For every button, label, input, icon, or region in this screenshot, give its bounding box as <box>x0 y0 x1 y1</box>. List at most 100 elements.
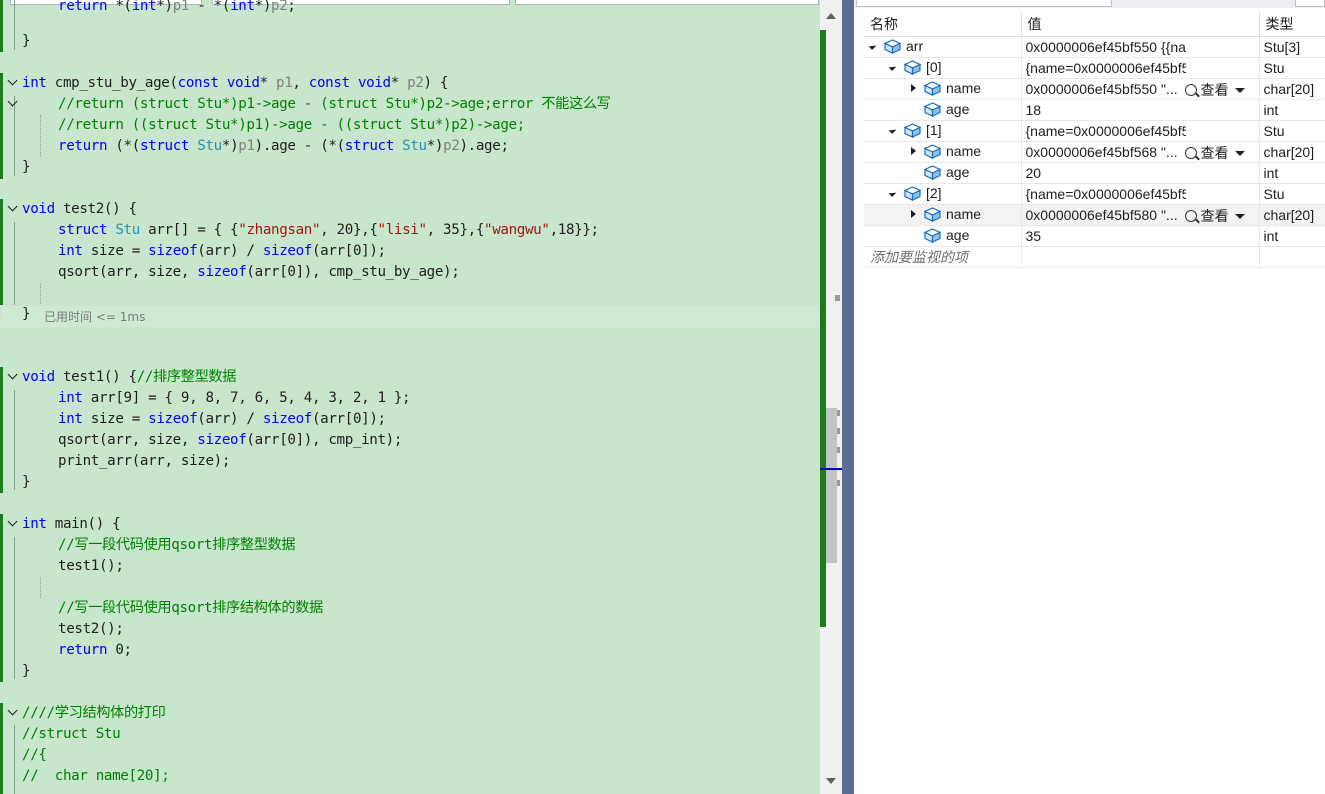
view-visualizer-button[interactable]: 查看 <box>1184 206 1245 225</box>
watch-row[interactable]: age 18 int <box>864 99 1325 121</box>
code-line[interactable]: //return (struct Stu*)p1->age - (struct … <box>58 94 611 115</box>
code-token: "zhangsan" <box>238 222 321 238</box>
watch-search-depth[interactable] <box>1295 0 1325 7</box>
code-line[interactable]: print_arr(arr, size); <box>58 451 230 472</box>
watch-value-cell[interactable]: 0x0000006ef45bf568 "... 查看 <box>1021 141 1260 163</box>
watch-value-cell[interactable]: {name=0x0000006ef45bf568 "zha... <box>1021 120 1260 142</box>
watch-row[interactable]: name 0x0000006ef45bf580 "... 查看 char[20] <box>864 204 1325 226</box>
column-header-type[interactable]: 类型 <box>1259 12 1325 37</box>
view-visualizer-button[interactable]: 查看 <box>1184 80 1245 99</box>
expanded-triangle-icon[interactable] <box>888 63 897 71</box>
code-editor[interactable]: 已用时间 <= 1ms return *(int*)p1 - *(int*)p2… <box>0 0 820 794</box>
collapse-toggle-comment[interactable] <box>8 97 20 109</box>
code-line[interactable]: return 0; <box>58 640 132 661</box>
code-line[interactable]: void test2() { <box>22 199 137 220</box>
watch-name-cell[interactable]: arr <box>864 36 1022 58</box>
code-line[interactable]: // char name[20]; <box>22 766 170 787</box>
code-line[interactable]: //写一段代码使用qsort排序结构体的数据 <box>58 598 323 619</box>
code-line[interactable]: } <box>22 472 31 493</box>
watch-value-cell[interactable]: 0x0000006ef45bf550 {{name=0x0... <box>1021 36 1260 58</box>
watch-row[interactable]: [2] {name=0x0000006ef45bf580 "lisi"... Stu <box>864 183 1325 205</box>
watch-name-cell[interactable]: name <box>864 78 1022 100</box>
pane-splitter[interactable] <box>842 0 854 794</box>
watch-name-cell[interactable]: age <box>864 225 1022 247</box>
watch-value-cell[interactable]: {name=0x0000006ef45bf550 "wa... <box>1021 57 1260 79</box>
collapse-toggle-test1[interactable] <box>8 370 20 382</box>
scroll-thumb[interactable] <box>826 408 837 563</box>
code-line[interactable]: } <box>22 304 31 325</box>
watch-row[interactable]: name 0x0000006ef45bf550 "... 查看 char[20] <box>864 78 1325 100</box>
collapse-toggle-comment-block[interactable] <box>8 706 20 718</box>
watch-name-cell[interactable]: [2] <box>864 183 1022 205</box>
code-line[interactable]: int main() { <box>22 514 121 535</box>
watch-window[interactable]: 名称 值 类型 arr 0x0000006ef45bf550 {{name=0x0… <box>854 0 1325 794</box>
watch-name-cell[interactable]: [1] <box>864 120 1022 142</box>
code-line[interactable]: void test1() {//排序整型数据 <box>22 367 236 388</box>
code-token: ; <box>287 0 296 14</box>
add-watch-row[interactable]: 添加要监视的项 <box>864 246 1325 268</box>
code-token: "lisi" <box>377 222 428 238</box>
dropdown-arrow-icon[interactable] <box>1234 214 1245 219</box>
code-token: } <box>22 159 31 175</box>
scroll-up-arrow-icon[interactable] <box>826 13 836 19</box>
code-line[interactable]: int arr[9] = { 9, 8, 7, 6, 5, 4, 3, 2, 1… <box>58 388 411 409</box>
watch-item-name: name <box>946 80 982 96</box>
watch-value-cell[interactable]: 18 <box>1021 99 1260 121</box>
code-line[interactable]: test2(); <box>58 619 124 640</box>
watch-name-cell[interactable]: age <box>864 162 1022 184</box>
expanded-triangle-icon[interactable] <box>888 189 897 197</box>
watch-value-cell[interactable]: 0x0000006ef45bf580 "... 查看 <box>1021 204 1260 226</box>
expanded-triangle-icon[interactable] <box>868 42 877 50</box>
code-line[interactable]: ////学习结构体的打印 <box>22 703 166 724</box>
code-line[interactable]: //{ <box>22 745 47 766</box>
nav-dropdown-member[interactable] <box>515 0 819 5</box>
watch-row[interactable]: name 0x0000006ef45bf568 "... 查看 char[20] <box>864 141 1325 163</box>
watch-name-cell[interactable]: name <box>864 204 1022 226</box>
code-line[interactable]: //写一段代码使用qsort排序整型数据 <box>58 535 296 556</box>
code-line[interactable]: qsort(arr, size, sizeof(arr[0]), cmp_int… <box>58 430 402 451</box>
code-token: (arr[0]); <box>311 411 386 427</box>
collapsed-triangle-icon[interactable] <box>911 84 916 92</box>
code-line[interactable]: //return ((struct Stu*)p1)->age - ((stru… <box>58 115 525 136</box>
code-line[interactable]: //struct Stu <box>22 724 121 745</box>
code-line[interactable]: } <box>22 157 31 178</box>
code-line[interactable]: int size = sizeof(arr) / sizeof(arr[0]); <box>58 241 386 262</box>
code-line[interactable]: struct Stu arr[] = { {"zhangsan", 20},{"… <box>58 220 599 241</box>
watch-value-cell[interactable]: 20 <box>1021 162 1260 184</box>
watch-row[interactable]: [0] {name=0x0000006ef45bf550 "wa... Stu <box>864 57 1325 79</box>
column-header-name[interactable]: 名称 <box>864 12 1022 37</box>
collapse-toggle-cmp-stu-by-age[interactable] <box>8 76 20 88</box>
watch-item-value: 0x0000006ef45bf550 "... <box>1025 81 1178 97</box>
collapse-toggle-test2[interactable] <box>8 202 20 214</box>
watch-row[interactable]: age 35 int <box>864 225 1325 247</box>
watch-value-cell[interactable]: {name=0x0000006ef45bf580 "lisi"... <box>1021 183 1260 205</box>
code-line[interactable]: int cmp_stu_by_age(const void* p1, const… <box>22 73 448 94</box>
code-line[interactable]: test1(); <box>58 556 124 577</box>
editor-vertical-scrollbar[interactable] <box>820 0 842 794</box>
collapse-toggle-main[interactable] <box>8 517 20 529</box>
code-line[interactable]: } <box>22 31 31 52</box>
watch-value-cell[interactable]: 0x0000006ef45bf550 "... 查看 <box>1021 78 1260 100</box>
collapsed-triangle-icon[interactable] <box>911 147 916 155</box>
watch-name-cell[interactable]: age <box>864 99 1022 121</box>
watch-row[interactable]: age 20 int <box>864 162 1325 184</box>
expanded-triangle-icon[interactable] <box>888 126 897 134</box>
code-line[interactable]: return *(int*)p1 - *(int*)p2; <box>58 0 296 17</box>
watch-search-input[interactable] <box>856 0 1112 7</box>
watch-row[interactable]: [1] {name=0x0000006ef45bf568 "zha... Stu <box>864 120 1325 142</box>
code-line[interactable]: return (*(struct Stu*)p1).age - (*(struc… <box>58 136 509 157</box>
code-line[interactable]: int size = sizeof(arr) / sizeof(arr[0]); <box>58 409 386 430</box>
watch-name-cell[interactable]: name <box>864 141 1022 163</box>
add-watch-item-input[interactable]: 添加要监视的项 <box>864 246 1022 268</box>
code-line[interactable]: qsort(arr, size, sizeof(arr[0]), cmp_stu… <box>58 262 460 283</box>
view-visualizer-button[interactable]: 查看 <box>1184 143 1245 162</box>
column-header-value[interactable]: 值 <box>1021 12 1260 37</box>
collapsed-triangle-icon[interactable] <box>911 210 916 218</box>
watch-name-cell[interactable]: [0] <box>864 57 1022 79</box>
dropdown-arrow-icon[interactable] <box>1234 88 1245 93</box>
scroll-down-arrow-icon[interactable] <box>826 778 836 784</box>
watch-row[interactable]: arr 0x0000006ef45bf550 {{name=0x0... Stu[3… <box>864 36 1325 58</box>
watch-value-cell[interactable]: 35 <box>1021 225 1260 247</box>
code-line[interactable]: } <box>22 661 31 682</box>
dropdown-arrow-icon[interactable] <box>1234 151 1245 156</box>
